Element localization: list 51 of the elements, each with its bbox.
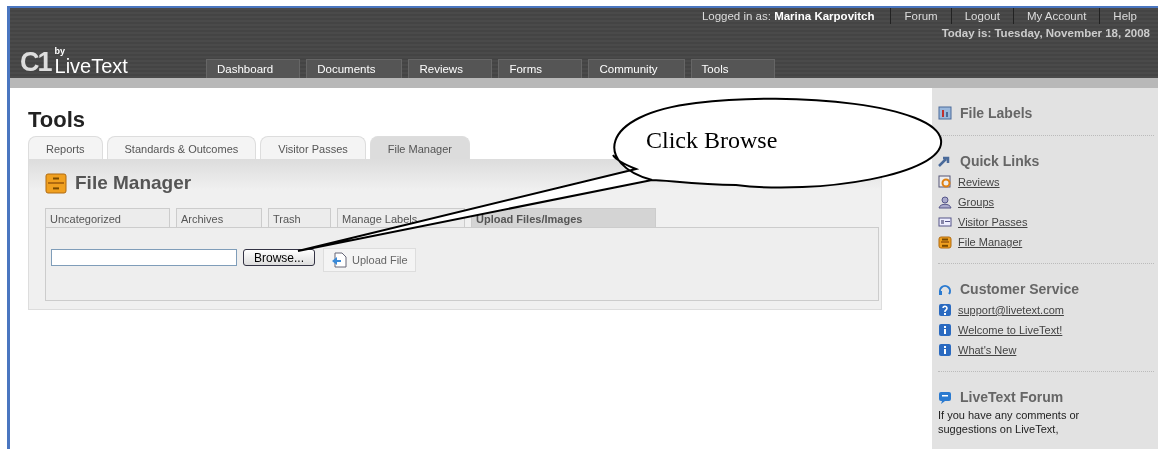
panel-title: File Manager (75, 172, 192, 194)
pass-card-icon (938, 215, 952, 229)
speech-bubble-icon (938, 390, 952, 404)
tab[interactable]: Reports (28, 136, 103, 159)
nav-tab[interactable]: Reviews (408, 59, 493, 78)
sidebar-link[interactable]: Welcome to LiveText! (958, 324, 1063, 336)
section-title: Quick Links (960, 153, 1040, 169)
headset-icon (938, 282, 952, 296)
forum-text: If you have any comments or suggestions on LiveText, (938, 408, 1081, 436)
nav-tab[interactable]: Community (588, 59, 685, 78)
upload-file-button[interactable]: Upload File (323, 248, 416, 272)
date-text: Today is: Tuesday, November 18, 2008 (941, 26, 1150, 41)
logged-in-text: Logged in as: Marina Karpovitch (701, 10, 876, 22)
file-path-field[interactable] (51, 249, 237, 266)
sidebar-link[interactable]: support@livetext.com (958, 304, 1064, 316)
people-icon (938, 195, 952, 209)
nav-tab[interactable]: Tools (690, 59, 775, 78)
page-title: Tools (28, 106, 86, 134)
tab[interactable]: Visitor Passes (260, 136, 366, 159)
sidebar-link[interactable]: Groups (958, 196, 995, 208)
file-cabinet-icon (45, 172, 67, 194)
sub-tab[interactable]: Archives (176, 208, 262, 227)
header-link[interactable]: My Account (1012, 8, 1100, 24)
header-link[interactable]: Forum (890, 8, 951, 24)
info-icon (938, 343, 952, 357)
tab[interactable]: File Manager (369, 136, 470, 159)
sidebar-link[interactable]: File Manager (958, 236, 1023, 248)
nav-tab[interactable]: Dashboard (206, 59, 301, 78)
help-icon (938, 303, 952, 317)
header-link[interactable]: Help (1099, 8, 1150, 24)
section-title: Customer Service (960, 281, 1080, 297)
magnifier-icon (938, 175, 952, 189)
tab[interactable]: Standards & Outcomes (106, 136, 257, 159)
sub-tab[interactable]: Trash (268, 208, 331, 227)
sidebar-link[interactable]: What's New (958, 344, 1017, 356)
sub-tab[interactable]: Uncategorized (45, 208, 170, 227)
sidebar-link[interactable]: Reviews (958, 176, 1000, 188)
arrow-icon (938, 154, 952, 168)
chart-icon (938, 106, 952, 120)
nav-tab[interactable]: Documents (306, 59, 403, 78)
header-link[interactable]: Logout (950, 8, 1013, 24)
sidebar-link[interactable]: Visitor Passes (958, 216, 1028, 228)
upload-icon (331, 252, 347, 268)
info-icon (938, 323, 952, 337)
callout-text: Click Browse (646, 127, 778, 154)
nav-tab[interactable]: Forms (498, 59, 583, 78)
sub-tab[interactable]: Upload Files/Images (471, 208, 656, 227)
browse-button[interactable]: Browse... (243, 249, 315, 266)
section-title: LiveText Forum (960, 389, 1064, 405)
section-title: File Labels (960, 105, 1033, 121)
file-cabinet-icon (938, 235, 952, 249)
